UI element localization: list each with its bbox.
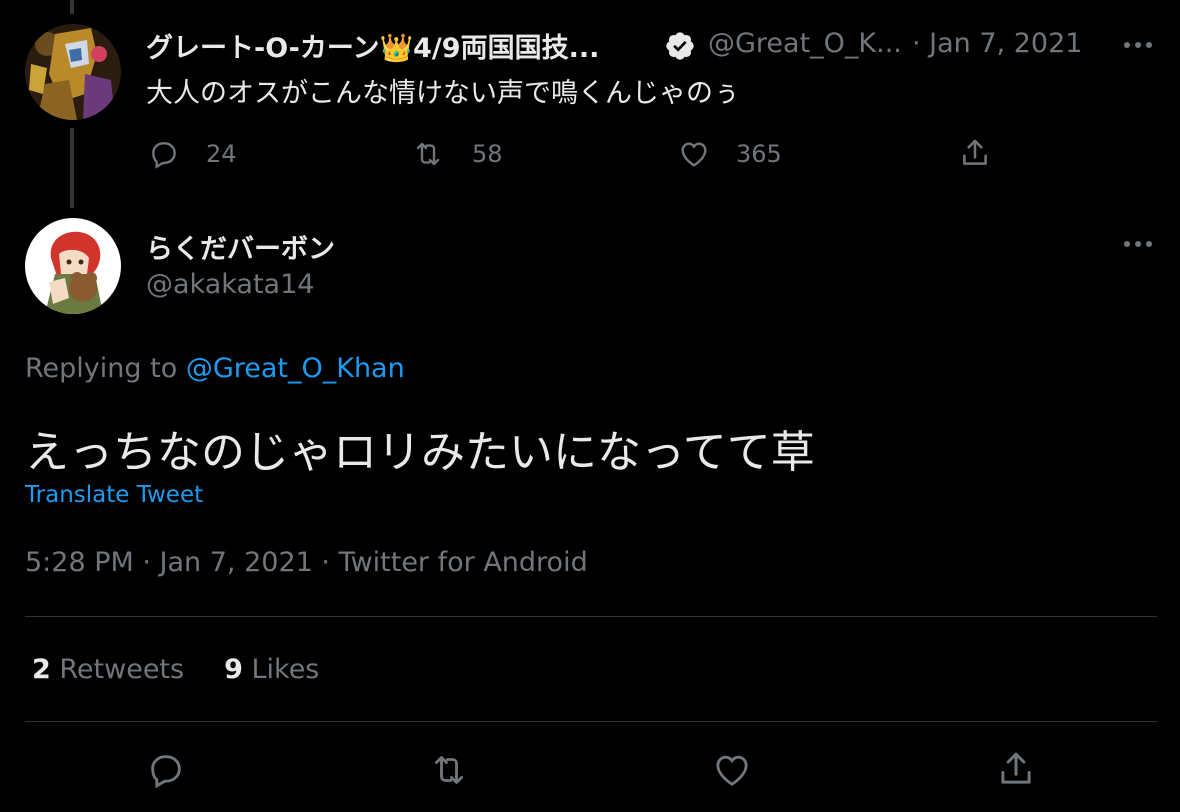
divider-bottom (25, 721, 1157, 722)
main-display-name[interactable]: らくだバーボン (146, 227, 335, 266)
replying-to-link[interactable]: @Great_O_Khan (186, 353, 405, 384)
parent-display-name[interactable]: グレート-O-カーン👑4/9両国国技... (146, 26, 599, 65)
thread-line-bottom (70, 128, 74, 208)
retweet-icon (426, 750, 472, 790)
likes-stat[interactable]: 9 Likes (224, 654, 319, 685)
parent-reply-count: 24 (206, 140, 237, 168)
divider-top (25, 616, 1157, 617)
parent-more-icon[interactable] (1118, 30, 1158, 60)
retweet-icon (410, 138, 446, 170)
parent-avatar[interactable] (25, 24, 121, 120)
thread-line-top (70, 0, 74, 14)
parent-reply-button[interactable]: 24 (148, 138, 237, 170)
like-button[interactable] (711, 750, 753, 790)
retweet-button[interactable] (426, 750, 472, 790)
like-count: 9 (224, 654, 243, 685)
parent-like-button[interactable]: 365 (678, 138, 782, 170)
replying-prefix: Replying to (25, 353, 186, 384)
replying-to-line: Replying to @Great_O_Khan (25, 353, 405, 384)
tweet-stats: 2 Retweets 9 Likes (32, 654, 319, 685)
reply-icon (146, 750, 186, 790)
like-icon (678, 138, 710, 170)
retweet-count: 2 (32, 654, 51, 685)
parent-handle[interactable]: @Great_O_K... (708, 28, 902, 59)
translate-tweet-link[interactable]: Translate Tweet (25, 482, 203, 508)
verified-badge-icon (664, 30, 696, 62)
main-tweet-text: えっちなのじゃロリみたいになってて草 (25, 427, 815, 478)
parent-date[interactable]: · Jan 7, 2021 (912, 28, 1082, 59)
parent-share-button[interactable] (958, 136, 992, 170)
retweets-label: Retweets (50, 654, 185, 685)
like-icon (711, 750, 753, 790)
parent-like-count: 365 (736, 140, 782, 168)
main-avatar[interactable] (25, 218, 121, 314)
reply-icon (148, 138, 180, 170)
share-button[interactable] (995, 748, 1037, 790)
main-handle[interactable]: @akakata14 (146, 269, 314, 300)
retweets-stat[interactable]: 2 Retweets (32, 654, 184, 685)
main-more-icon[interactable] (1118, 229, 1158, 259)
tweet-timestamp[interactable]: 5:28 PM · Jan 7, 2021 · Twitter for Andr… (25, 547, 588, 578)
parent-retweet-button[interactable]: 58 (410, 138, 503, 170)
parent-retweet-count: 58 (472, 140, 503, 168)
share-icon (958, 136, 992, 170)
parent-tweet-text: 大人のオスがこんな情けない声で鳴くんじゃのぅ (146, 78, 740, 109)
share-icon (995, 748, 1037, 790)
reply-button[interactable] (146, 750, 186, 790)
likes-label: Likes (242, 654, 320, 685)
